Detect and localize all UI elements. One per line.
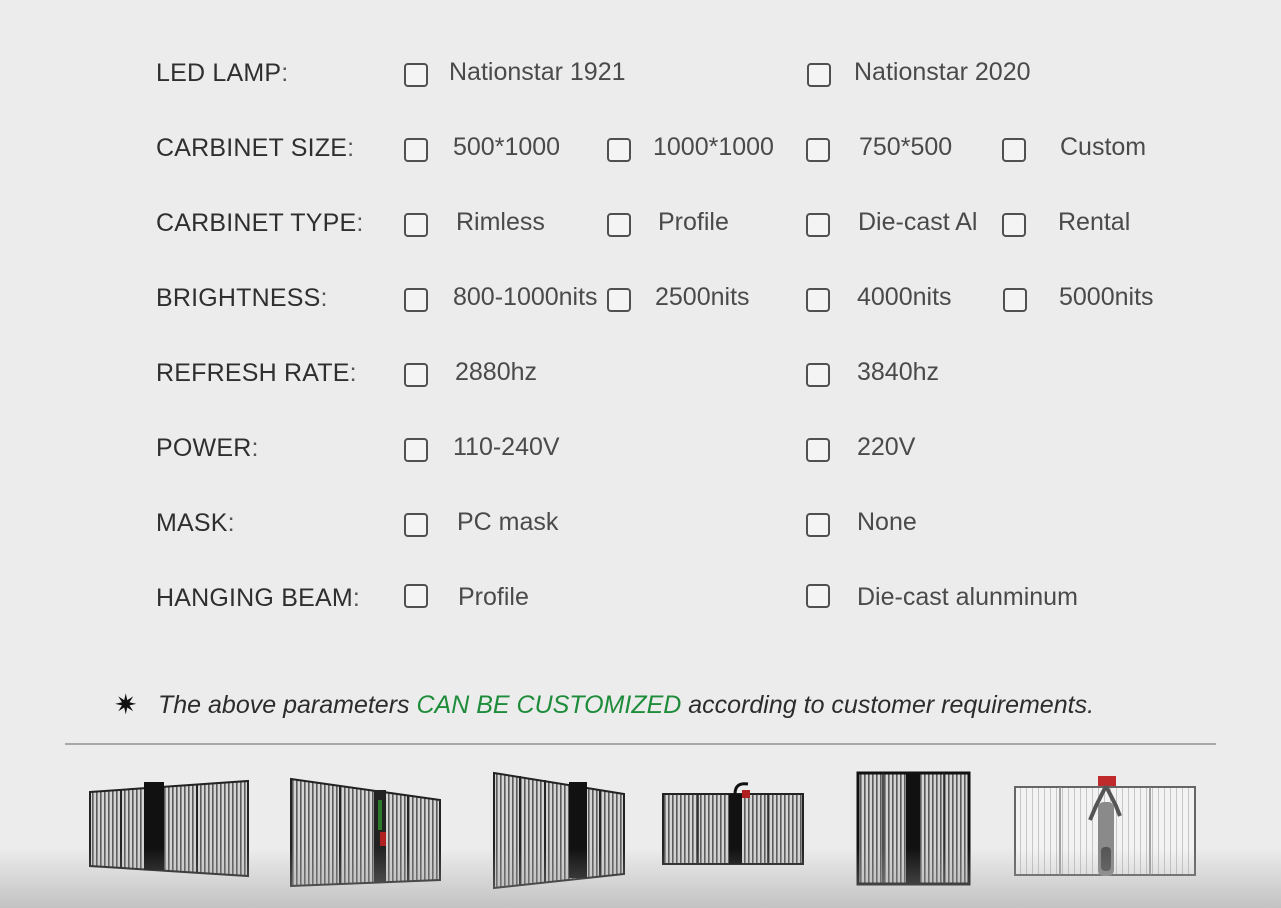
note-highlight: CAN BE CUSTOMIZED bbox=[416, 691, 682, 719]
option-label: None bbox=[857, 508, 917, 536]
checkbox[interactable] bbox=[1003, 288, 1027, 312]
option-label: 800-1000nits bbox=[453, 283, 598, 311]
spec-row-hanging-beam: HANGING BEAM: Profile Die-cast alunminum bbox=[0, 578, 1281, 618]
option-label: Nationstar 2020 bbox=[854, 58, 1031, 86]
option-label: Profile bbox=[658, 208, 729, 236]
checkbox[interactable] bbox=[806, 513, 830, 537]
spec-row-led-lamp: LED LAMP: Nationstar 1921 Nationstar 202… bbox=[0, 53, 1281, 93]
option-label: 2880hz bbox=[455, 358, 538, 386]
row-label: REFRESH RATE: bbox=[156, 359, 357, 387]
checkbox[interactable] bbox=[404, 513, 428, 537]
option-label: Rimless bbox=[456, 208, 545, 236]
option-label: Nationstar 1921 bbox=[449, 58, 626, 86]
row-label: LED LAMP: bbox=[156, 59, 289, 87]
row-label: CARBINET TYPE: bbox=[156, 209, 364, 237]
note-text: The above parameters CAN BE CUSTOMIZED a… bbox=[158, 691, 1095, 719]
checkbox[interactable] bbox=[607, 138, 631, 162]
transparent-led-panel-6 bbox=[1014, 776, 1196, 876]
checkbox[interactable] bbox=[404, 584, 428, 608]
option-label: Rental bbox=[1058, 208, 1131, 236]
checkbox[interactable] bbox=[806, 138, 830, 162]
checkbox[interactable] bbox=[404, 288, 428, 312]
checkbox[interactable] bbox=[806, 288, 830, 312]
option-label: PC mask bbox=[457, 508, 559, 536]
divider bbox=[65, 743, 1216, 745]
option-label: Profile bbox=[458, 583, 529, 611]
checkbox[interactable] bbox=[404, 138, 428, 162]
checkbox[interactable] bbox=[404, 213, 428, 237]
row-label: HANGING BEAM: bbox=[156, 584, 361, 612]
checkbox[interactable] bbox=[806, 213, 830, 237]
option-label: 750*500 bbox=[859, 133, 953, 161]
checkbox[interactable] bbox=[806, 584, 830, 608]
option-label: Die-cast alunminum bbox=[857, 583, 1078, 611]
transparent-led-panel-4 bbox=[662, 782, 804, 865]
checkbox[interactable] bbox=[404, 438, 428, 462]
option-label: 3840hz bbox=[857, 358, 940, 386]
checkbox[interactable] bbox=[607, 213, 631, 237]
option-label: 500*1000 bbox=[453, 133, 561, 161]
spec-row-carbinet-size: CARBINET SIZE: 500*1000 1000*1000 750*50… bbox=[0, 128, 1281, 168]
option-label: Die-cast Al bbox=[858, 208, 978, 236]
spec-row-carbinet-type: CARBINET TYPE: Rimless Profile Die-cast … bbox=[0, 203, 1281, 243]
checkbox[interactable] bbox=[1002, 213, 1026, 237]
checkbox[interactable] bbox=[1002, 138, 1026, 162]
transparent-led-panel-3 bbox=[493, 771, 625, 890]
spec-row-mask: MASK: PC mask None bbox=[0, 503, 1281, 543]
checkbox[interactable] bbox=[404, 63, 428, 87]
checkbox[interactable] bbox=[807, 63, 831, 87]
spec-row-refresh-rate: REFRESH RATE: 2880hz 3840hz bbox=[0, 353, 1281, 393]
option-label: Custom bbox=[1060, 133, 1147, 161]
option-label: 5000nits bbox=[1059, 283, 1154, 311]
row-label: CARBINET SIZE: bbox=[156, 134, 355, 162]
row-label: MASK: bbox=[156, 509, 235, 537]
checkbox[interactable] bbox=[607, 288, 631, 312]
checkbox[interactable] bbox=[806, 438, 830, 462]
transparent-led-panel-2 bbox=[290, 777, 441, 888]
option-label: 220V bbox=[857, 433, 916, 461]
starburst-icon: ✷ bbox=[114, 689, 138, 720]
option-label: 1000*1000 bbox=[653, 133, 774, 161]
customization-note: ✷ The above parameters CAN BE CUSTOMIZED… bbox=[114, 688, 1214, 724]
option-label: 110-240V bbox=[453, 433, 560, 461]
row-label: POWER: bbox=[156, 434, 259, 462]
product-gallery bbox=[0, 762, 1281, 908]
transparent-led-panel-1 bbox=[89, 779, 249, 878]
option-label: 4000nits bbox=[857, 283, 952, 311]
checkbox[interactable] bbox=[806, 363, 830, 387]
row-label: BRIGHTNESS: bbox=[156, 284, 328, 312]
option-label: 2500nits bbox=[655, 283, 750, 311]
transparent-led-panel-5 bbox=[856, 771, 971, 886]
spec-row-power: POWER: 110-240V 220V bbox=[0, 428, 1281, 468]
spec-row-brightness: BRIGHTNESS: 800-1000nits 2500nits 4000ni… bbox=[0, 278, 1281, 318]
checkbox[interactable] bbox=[404, 363, 428, 387]
